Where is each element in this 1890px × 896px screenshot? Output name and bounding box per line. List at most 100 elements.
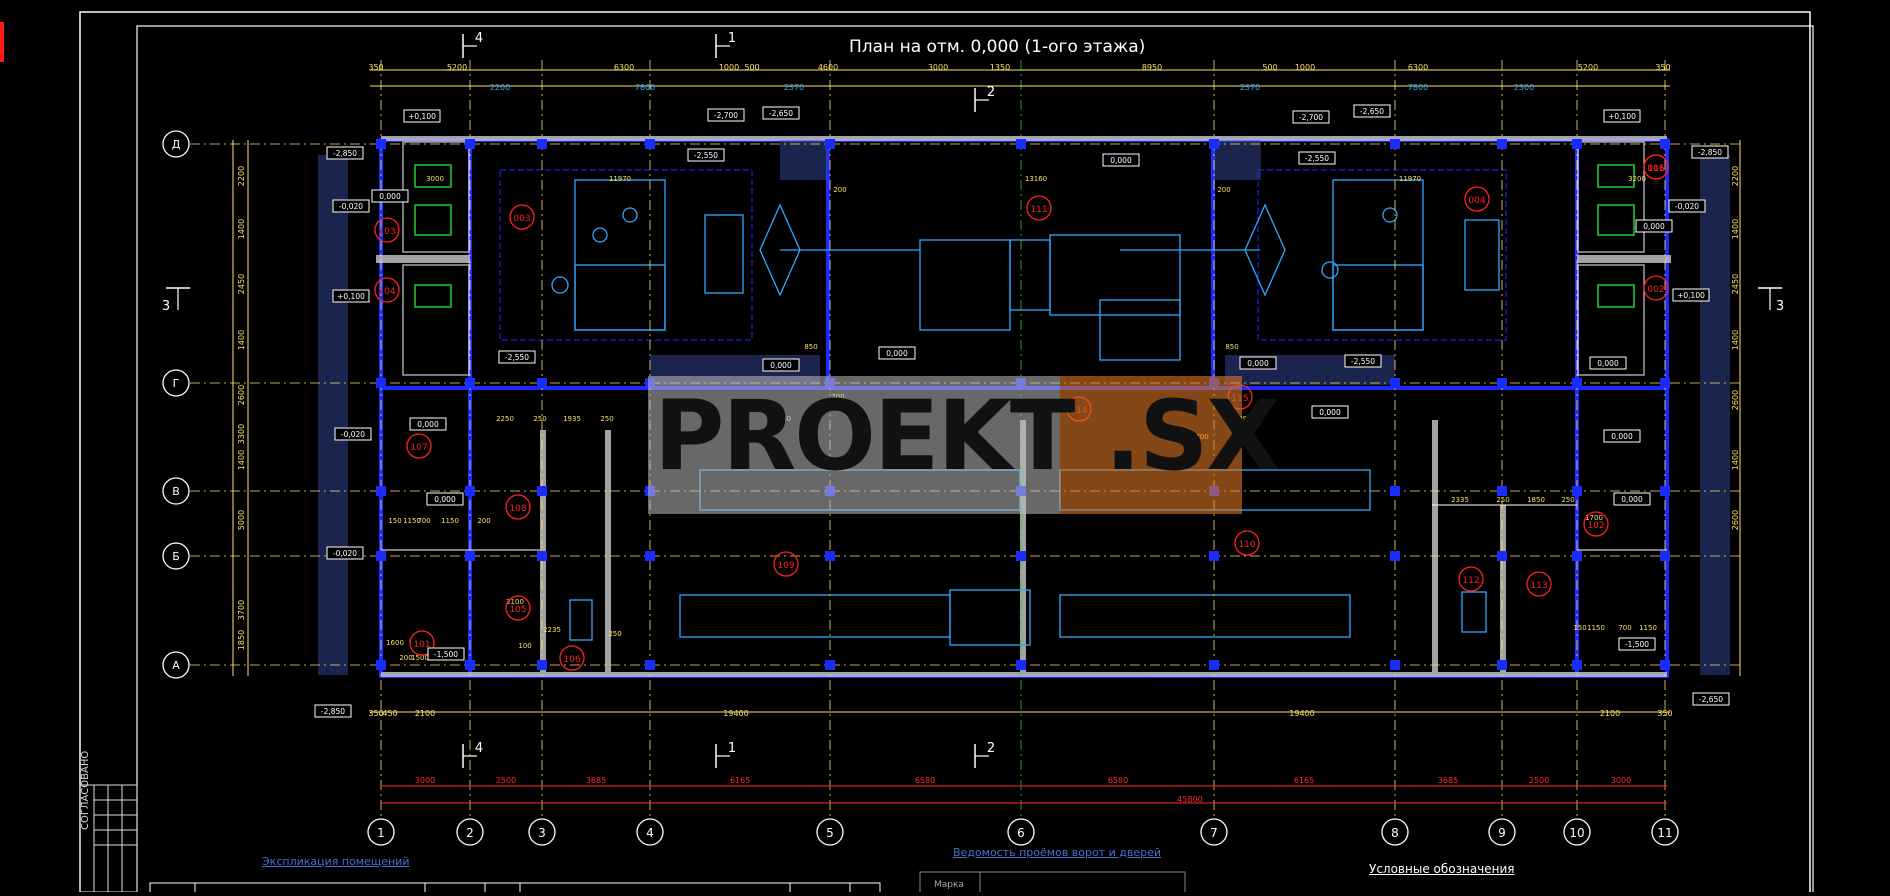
dim-left-7: 5000 xyxy=(237,510,246,530)
dim-top-10: 1000 xyxy=(1295,63,1315,72)
axis-label-11: 11 xyxy=(1657,826,1672,840)
explication-table xyxy=(149,882,881,896)
column xyxy=(645,551,655,561)
level-tag-6: -2,650 xyxy=(769,109,793,118)
level-tag-8: 0,000 xyxy=(1110,156,1132,165)
room-tag-label-111: 111 xyxy=(1030,205,1047,215)
level-tag-7: -2,550 xyxy=(694,151,718,160)
room-outlines xyxy=(499,169,1507,341)
dim-top-2: 6300 xyxy=(614,63,634,72)
dim-total: 45800 xyxy=(1177,795,1202,804)
axis-label-5: 5 xyxy=(826,826,834,840)
column xyxy=(1390,660,1400,670)
dim-right-3: 1400 xyxy=(1731,330,1740,350)
dim-left-3: 1400 xyxy=(237,330,246,350)
inner-dim-21: 250 xyxy=(1496,496,1509,504)
dim-left-5: 1400 xyxy=(237,450,246,470)
dim-axis-2: 3685 xyxy=(586,776,606,785)
level-tag-33: -2,650 xyxy=(1699,695,1723,704)
column xyxy=(1497,551,1507,561)
dim-top-7: 1350 xyxy=(990,63,1010,72)
dim-right-5: 1400 xyxy=(1731,450,1740,470)
office-table-right xyxy=(1461,591,1487,633)
generators xyxy=(414,164,1635,308)
axis-label-Д: Д xyxy=(172,138,181,151)
column xyxy=(1660,378,1670,388)
level-tag-5: -2,700 xyxy=(714,111,738,120)
dim-top2-5: 2300 xyxy=(1514,83,1534,92)
red-marker xyxy=(0,22,4,62)
column xyxy=(1209,551,1219,561)
column xyxy=(376,378,386,388)
inner-dim-15: 150 xyxy=(388,517,401,525)
room-tag-label-004: 004 xyxy=(1468,196,1485,206)
inner-dim-0: 11970 xyxy=(609,175,631,183)
axis-bubbles-letter: Д Г В Б А xyxy=(162,130,190,679)
room-tag-label-110: 110 xyxy=(1238,540,1255,550)
legend-link[interactable]: Условные обозначения xyxy=(1369,862,1515,876)
column xyxy=(825,551,835,561)
level-tag-31: -1,500 xyxy=(1625,640,1649,649)
section-bottom-2-label: 2 xyxy=(987,741,995,756)
column xyxy=(465,551,475,561)
inner-dim-32: 2235 xyxy=(543,626,561,634)
axis-label-В: В xyxy=(172,485,180,498)
level-tag-21: -2,550 xyxy=(1351,357,1375,366)
column xyxy=(1390,378,1400,388)
openings-link[interactable]: Ведомость проёмов ворот и дверей xyxy=(953,846,1161,859)
level-tag-22: 0,000 xyxy=(1247,359,1269,368)
column xyxy=(1572,378,1582,388)
inner-dim-30: 3200 xyxy=(1628,175,1646,183)
dim-right-1: 1400 xyxy=(1731,219,1740,239)
dim-left-9: 1850 xyxy=(237,630,246,650)
inner-dim-28: 1150 xyxy=(1639,624,1657,632)
column xyxy=(1016,139,1026,149)
level-tag-27: 0,000 xyxy=(1611,432,1633,441)
axis-label-10: 10 xyxy=(1569,826,1584,840)
section-top-4-label: 4 xyxy=(475,31,483,46)
room-tag-label-103: 103 xyxy=(378,227,395,237)
dim-axis-7: 3685 xyxy=(1438,776,1458,785)
explication-link[interactable]: Экспликация помещений xyxy=(262,855,410,868)
level-tag-16: +0,100 xyxy=(1677,291,1705,300)
inner-dim-23: 250 xyxy=(1561,496,1574,504)
column xyxy=(376,139,386,149)
axis-label-А: А xyxy=(172,659,180,672)
dim-top2-2: 2370 xyxy=(784,83,804,92)
dimension-labels-top-blue: 2200 7800 2370 2370 7800 2300 xyxy=(490,83,1534,92)
dim-axis-8: 2500 xyxy=(1529,776,1549,785)
dimension-labels-top: 350 5200 6300 1000 500 4600 3000 1350 8950 500 100… xyxy=(368,63,1670,72)
dimension-labels-bottom: 350450 2100 19400 19400 2100 350 xyxy=(368,709,1672,718)
inner-dim-2: 11970 xyxy=(1399,175,1421,183)
level-tag-24: 0,000 xyxy=(417,420,439,429)
inner-dim-35: 1600 xyxy=(386,639,404,647)
office-table-left xyxy=(569,599,593,641)
dimension-labels-right: 2200 1400 2450 1400 2600 1400 2600 xyxy=(1731,166,1740,530)
section-bottom-1-label: 1 xyxy=(728,741,736,756)
inner-dim-34: 250 xyxy=(608,630,621,638)
room-tag-label-112: 112 xyxy=(1462,576,1479,586)
column xyxy=(1660,486,1670,496)
axis-label-6: 6 xyxy=(1017,826,1025,840)
column xyxy=(645,139,655,149)
inner-dim-17: 700 xyxy=(417,517,430,525)
column xyxy=(1572,486,1582,496)
dim-top-12: 5200 xyxy=(1578,63,1598,72)
axis-label-4: 4 xyxy=(646,826,654,840)
inner-dim-3: 200 xyxy=(833,186,846,194)
level-tag-26: -0,020 xyxy=(341,430,365,439)
dim-right-4: 2600 xyxy=(1731,390,1740,410)
robot-right xyxy=(1120,203,1286,297)
column xyxy=(1660,660,1670,670)
dim-top-8: 8950 xyxy=(1142,63,1162,72)
inner-dim-11: 2250 xyxy=(496,415,514,423)
dim-right-2: 2450 xyxy=(1731,274,1740,294)
dim-top2-3: 2370 xyxy=(1240,83,1260,92)
column xyxy=(1660,551,1670,561)
room-tag-label-102: 102 xyxy=(1587,521,1604,531)
drawing-title: План на отм. 0,000 (1-ого этажа) xyxy=(849,37,1146,57)
level-tag-28: -0,020 xyxy=(333,549,357,558)
level-tag-9: -2,700 xyxy=(1299,113,1323,122)
dim-bottom-1: 450 xyxy=(382,709,397,718)
column xyxy=(1209,660,1219,670)
